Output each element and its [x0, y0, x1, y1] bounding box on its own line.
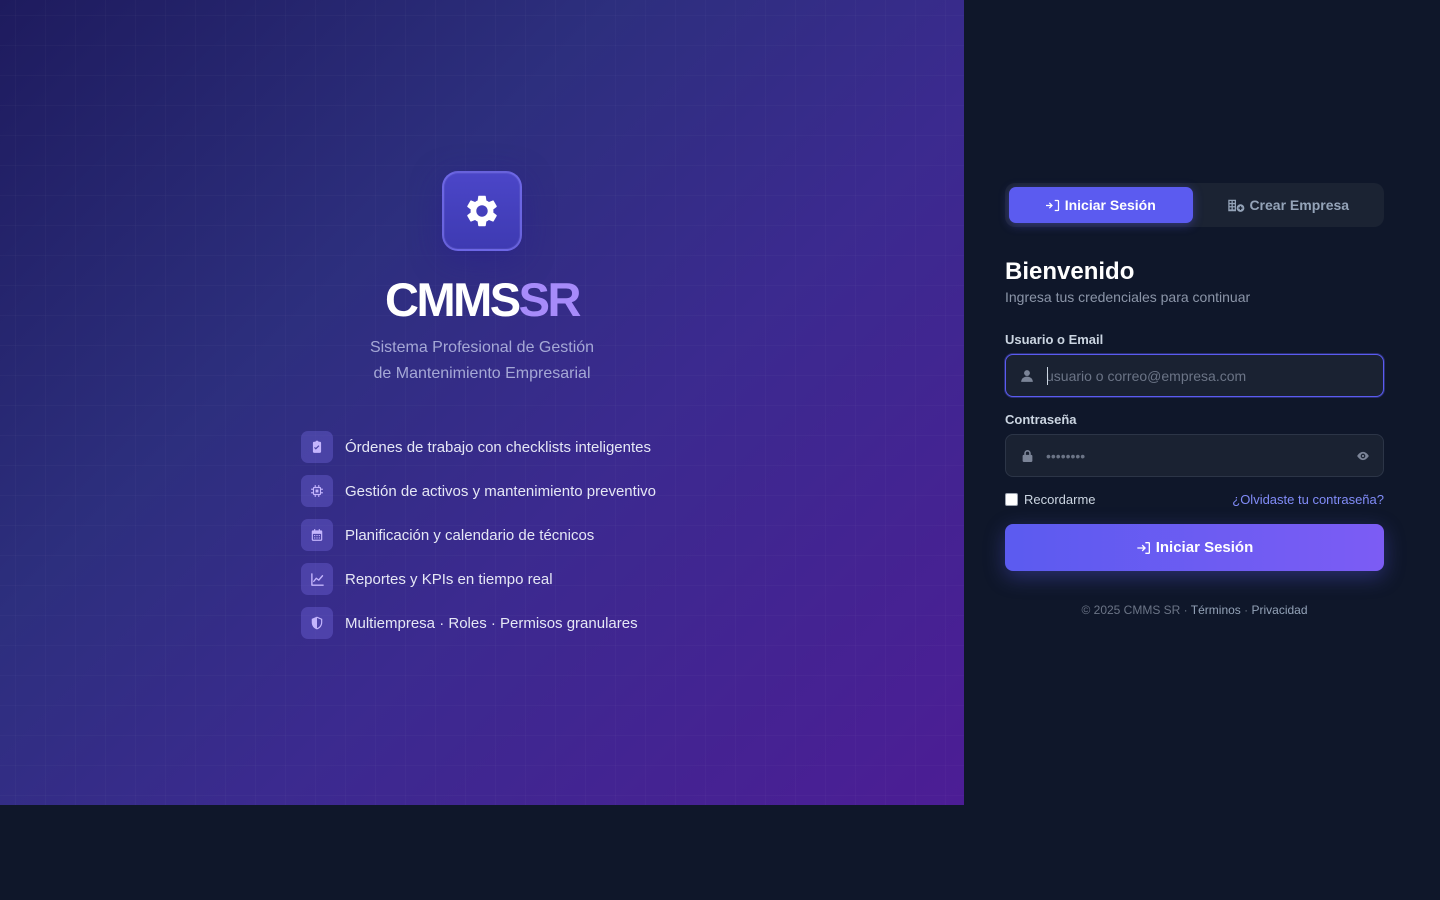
terms-link[interactable]: Términos — [1191, 603, 1241, 617]
clipboard-check-icon — [301, 431, 333, 463]
options-row: Recordarme ¿Olvidaste tu contraseña? — [1005, 492, 1384, 507]
username-label: Usuario o Email — [1005, 332, 1104, 347]
feature-item: Gestión de activos y mantenimiento preve… — [301, 469, 721, 513]
brand-accent: SR — [518, 273, 582, 326]
remember-checkbox[interactable] — [1005, 493, 1018, 506]
feature-item: Órdenes de trabajo con checklists inteli… — [301, 425, 721, 469]
line-chart-icon — [301, 563, 333, 595]
feature-item: Planificación y calendario de técnicos — [301, 513, 721, 557]
brand-title: CMMSSR — [0, 270, 964, 330]
tagline: Sistema Profesional de Gestión de Manten… — [0, 335, 964, 387]
shield-icon — [301, 607, 333, 639]
hero-panel: CMMSSR Sistema Profesional de Gestión de… — [0, 0, 964, 805]
calendar-icon — [301, 519, 333, 551]
sign-in-icon — [1045, 199, 1059, 211]
feature-label: Multiempresa · Roles · Permisos granular… — [345, 614, 638, 632]
tagline-line-1: Sistema Profesional de Gestión — [369, 339, 595, 356]
remember-me: Recordarme — [1005, 492, 1096, 507]
brand-main: CMMS — [385, 273, 521, 326]
forgot-password-link[interactable]: ¿Olvidaste tu contraseña? — [1232, 492, 1384, 507]
tab-create-company-label: Crear Empresa — [1249, 197, 1350, 213]
username-input[interactable] — [1046, 355, 1383, 396]
logo-gear-icon — [442, 171, 522, 251]
eye-icon[interactable] — [1343, 449, 1383, 463]
text-caret — [1047, 367, 1048, 385]
user-icon — [1006, 369, 1046, 383]
feature-label: Órdenes de trabajo con checklists inteli… — [345, 438, 652, 456]
auth-panel: Iniciar Sesión Crear Empresa Bienvenido … — [1005, 183, 1384, 617]
footer-separator: · — [1240, 603, 1252, 617]
login-button[interactable]: Iniciar Sesión — [1005, 524, 1384, 571]
auth-tabs: Iniciar Sesión Crear Empresa — [1005, 183, 1384, 227]
welcome-subtitle: Ingresa tus credenciales para continuar — [1005, 289, 1251, 305]
building-add-icon — [1228, 199, 1245, 212]
tagline-line-2: de Mantenimiento Empresarial — [373, 365, 591, 382]
feature-label: Gestión de activos y mantenimiento preve… — [345, 482, 656, 500]
password-field — [1005, 434, 1384, 477]
privacy-link[interactable]: Privacidad — [1251, 603, 1307, 617]
copyright-text: © 2025 CMMS SR · — [1081, 603, 1191, 617]
tab-login-label: Iniciar Sesión — [1064, 197, 1156, 213]
lock-icon — [1006, 449, 1046, 463]
footer: © 2025 CMMS SR · Términos · Privacidad — [1005, 603, 1384, 617]
username-field — [1005, 354, 1384, 397]
chip-icon — [301, 475, 333, 507]
password-input[interactable] — [1046, 435, 1343, 476]
feature-label: Reportes y KPIs en tiempo real — [345, 570, 553, 588]
feature-item: Reportes y KPIs en tiempo real — [301, 557, 721, 601]
feature-list: Órdenes de trabajo con checklists inteli… — [301, 425, 721, 645]
login-button-label: Iniciar Sesión — [1155, 539, 1254, 556]
remember-label: Recordarme — [1024, 492, 1096, 507]
welcome-title: Bienvenido — [1005, 258, 1135, 285]
password-label: Contraseña — [1005, 412, 1077, 427]
sign-in-icon — [1137, 541, 1150, 554]
feature-item: Multiempresa · Roles · Permisos granular… — [301, 601, 721, 645]
feature-label: Planificación y calendario de técnicos — [345, 526, 595, 544]
tab-login[interactable]: Iniciar Sesión — [1009, 187, 1193, 223]
tab-create-company[interactable]: Crear Empresa — [1197, 187, 1381, 223]
